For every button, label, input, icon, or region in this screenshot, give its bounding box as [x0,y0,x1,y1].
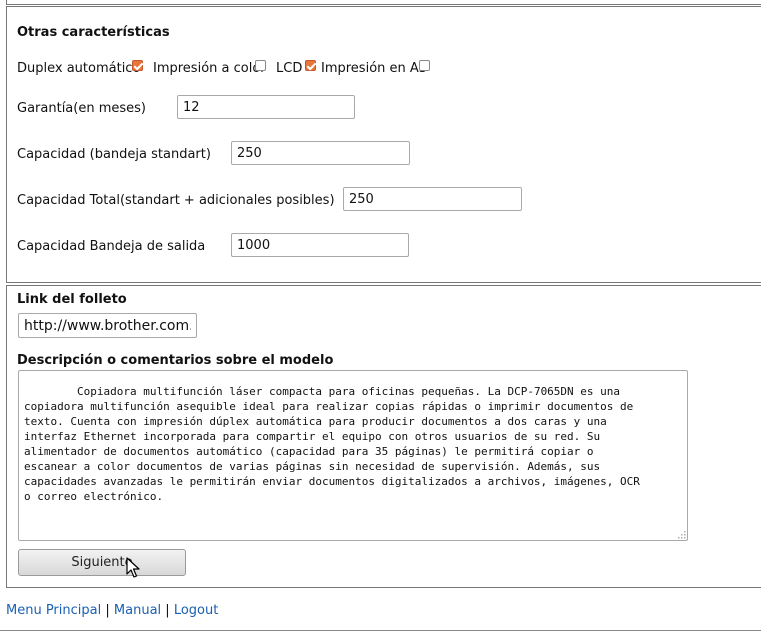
brochure-heading: Link del folleto [17,292,127,307]
bottom-divider [0,630,761,631]
checkbox-a3[interactable] [419,60,430,71]
logout-link[interactable]: Logout [174,603,219,618]
option-label-duplex: Duplex automático [17,61,141,76]
footer-separator: | [165,603,170,618]
capacity-standard-label: Capacidad (bandeja standart) [17,147,211,162]
capacity-total-label: Capacidad Total(standart + adicionales p… [17,193,335,208]
footer-nav: Menu Principal | Manual | Logout [6,603,218,618]
option-label-lcd: LCD [276,61,303,76]
capacity-standard-input[interactable] [231,141,410,165]
checkbox-lcd[interactable] [305,60,316,71]
warranty-input[interactable] [177,95,355,119]
manual-link[interactable]: Manual [114,603,161,618]
checkbox-color[interactable] [255,60,266,71]
capacity-total-input[interactable] [343,187,522,211]
top-frame-edge [6,0,761,5]
description-textarea[interactable]: Copiadora multifunción láser compacta pa… [18,370,688,541]
description-heading: Descripción o comentarios sobre el model… [17,353,334,368]
features-heading: Otras características [17,25,170,40]
option-label-a3: Impresión en A3 [321,61,428,76]
mouse-pointer-icon [126,557,140,578]
next-button[interactable]: Siguiente [18,549,186,576]
footer-separator: | [105,603,110,618]
menu-principal-link[interactable]: Menu Principal [6,603,101,618]
capacity-output-input[interactable] [231,233,409,257]
brochure-link-input[interactable] [18,313,197,338]
checkbox-duplex[interactable] [132,60,143,71]
option-label-color: Impresión a color [153,61,266,76]
capacity-output-label: Capacidad Bandeja de salida [17,239,206,254]
resize-grip-icon[interactable] [676,529,686,539]
warranty-label: Garantía(en meses) [17,101,146,116]
